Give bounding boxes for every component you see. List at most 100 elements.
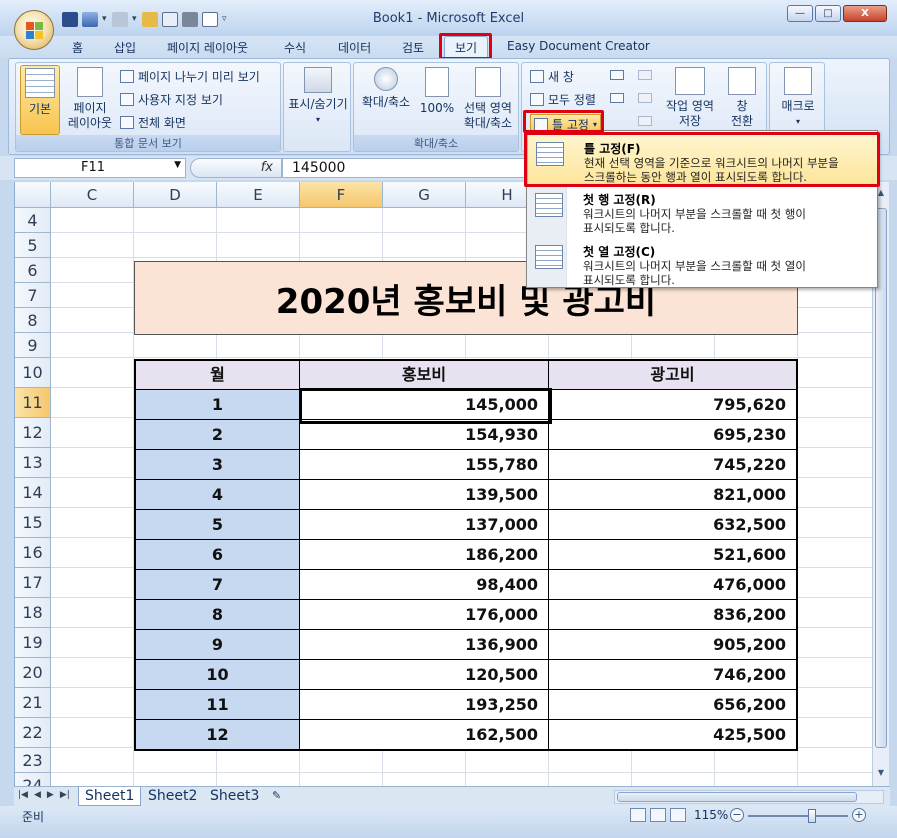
last-sheet-icon[interactable]: ▶| — [60, 790, 70, 800]
promotion-cell[interactable]: 136,900 — [300, 630, 549, 660]
advertising-cell[interactable]: 745,220 — [549, 450, 798, 480]
promotion-cell[interactable]: 154,930 — [300, 420, 549, 450]
row-header[interactable]: 9 — [15, 333, 51, 358]
sheet-tab-sheet2[interactable]: Sheet2 — [142, 787, 203, 806]
month-cell[interactable]: 1 — [134, 390, 300, 420]
promotion-cell[interactable]: 120,500 — [300, 660, 549, 690]
sheet-tab-sheet3[interactable]: Sheet3 — [204, 787, 265, 806]
row-header[interactable]: 14 — [15, 478, 51, 508]
page-break-shortcut-icon[interactable] — [670, 808, 686, 822]
full-screen-button[interactable]: 전체 화면 — [120, 114, 186, 131]
month-cell[interactable]: 3 — [134, 450, 300, 480]
promotion-cell[interactable]: 176,000 — [300, 600, 549, 630]
row-header[interactable]: 11 — [15, 388, 51, 418]
menu-item-freeze-top-row[interactable]: 첫 행 고정(R) 워크시트의 나머지 부분을 스크롤할 때 첫 행이 표시되도록… — [527, 185, 879, 237]
menu-item-freeze-first-column[interactable]: 첫 열 고정(C) 워크시트의 나머지 부분을 스크롤할 때 첫 열이 표시되도록… — [527, 237, 879, 289]
zoom-to-selection-button[interactable]: 선택 영역 확대/축소 — [458, 65, 518, 131]
view-side-by-side-icon[interactable] — [638, 70, 652, 80]
row-header[interactable]: 19 — [15, 628, 51, 658]
row-header[interactable]: 6 — [15, 258, 51, 283]
promotion-cell[interactable]: 162,500 — [300, 720, 549, 750]
column-header[interactable]: E — [217, 182, 300, 208]
row-header[interactable]: 15 — [15, 508, 51, 538]
tab-easy-document-creator[interactable]: Easy Document Creator — [507, 39, 650, 53]
arrange-all-button[interactable]: 모두 정렬 — [530, 91, 596, 108]
advertising-cell[interactable]: 795,620 — [549, 390, 798, 420]
row-header[interactable]: 12 — [15, 418, 51, 448]
zoom-button[interactable]: 확대/축소 — [356, 65, 416, 110]
promotion-cell[interactable]: 137,000 — [300, 510, 549, 540]
tab-page-layout[interactable]: 페이지 레이아웃 — [167, 39, 248, 56]
month-cell[interactable]: 7 — [134, 570, 300, 600]
advertising-cell[interactable]: 476,000 — [549, 570, 798, 600]
reset-window-position-icon[interactable] — [638, 116, 652, 126]
month-cell[interactable]: 10 — [134, 660, 300, 690]
show-hide-button[interactable]: 표시/숨기기 ▾ — [286, 65, 350, 127]
zoom-out-icon[interactable]: − — [730, 808, 744, 822]
name-box[interactable]: F11 ▼ — [14, 158, 186, 178]
page-layout-view-button[interactable]: 페이지 레이아웃 — [64, 65, 116, 131]
advertising-cell[interactable]: 425,500 — [549, 720, 798, 750]
save-workspace-button[interactable]: 작업 영역 저장 — [662, 65, 718, 129]
office-button[interactable] — [14, 10, 54, 50]
row-header[interactable]: 16 — [15, 538, 51, 568]
advertising-cell[interactable]: 836,200 — [549, 600, 798, 630]
minimize-button[interactable]: — — [787, 5, 813, 22]
month-cell[interactable]: 4 — [134, 480, 300, 510]
advertising-cell[interactable]: 656,200 — [549, 690, 798, 720]
zoom-100-button[interactable]: 100% — [418, 65, 456, 116]
advertising-cell[interactable]: 695,230 — [549, 420, 798, 450]
advertising-cell[interactable]: 905,200 — [549, 630, 798, 660]
zoom-slider-knob[interactable] — [808, 809, 816, 823]
promotion-cell[interactable]: 193,250 — [300, 690, 549, 720]
advertising-cell[interactable]: 632,500 — [549, 510, 798, 540]
row-header[interactable]: 22 — [15, 718, 51, 748]
tab-insert[interactable]: 삽입 — [114, 39, 136, 56]
insert-function-button[interactable]: fx — [190, 158, 282, 178]
column-header[interactable]: C — [51, 182, 134, 208]
tab-home[interactable]: 홈 — [72, 39, 83, 56]
synchronous-scrolling-icon[interactable] — [638, 93, 652, 103]
zoom-slider[interactable] — [748, 809, 848, 823]
sheet-tab-sheet1[interactable]: Sheet1 — [78, 787, 142, 806]
month-cell[interactable]: 12 — [134, 720, 300, 750]
row-header[interactable]: 18 — [15, 598, 51, 628]
row-header[interactable]: 21 — [15, 688, 51, 718]
header-promotion[interactable]: 홍보비 — [300, 360, 549, 390]
month-cell[interactable]: 9 — [134, 630, 300, 660]
name-box-dropdown-icon[interactable]: ▼ — [174, 160, 181, 170]
row-header[interactable]: 23 — [15, 748, 51, 773]
row-header[interactable]: 8 — [15, 308, 51, 333]
header-month[interactable]: 월 — [134, 360, 300, 390]
advertising-cell[interactable]: 821,000 — [549, 480, 798, 510]
hide-window-icon[interactable] — [610, 93, 624, 103]
column-header[interactable]: F — [300, 182, 383, 208]
column-header[interactable]: G — [383, 182, 466, 208]
zoom-in-icon[interactable]: + — [852, 808, 866, 822]
normal-view-shortcut-icon[interactable] — [630, 808, 646, 822]
promotion-cell[interactable]: 186,200 — [300, 540, 549, 570]
tab-data[interactable]: 데이터 — [338, 39, 371, 56]
promotion-cell[interactable]: 98,400 — [300, 570, 549, 600]
macros-button[interactable]: 매크로 ▾ — [772, 65, 824, 129]
month-cell[interactable]: 8 — [134, 600, 300, 630]
promotion-cell[interactable]: 139,500 — [300, 480, 549, 510]
close-button[interactable]: X — [843, 5, 887, 22]
tab-formulas[interactable]: 수식 — [284, 39, 306, 56]
advertising-cell[interactable]: 746,200 — [549, 660, 798, 690]
row-header[interactable]: 20 — [15, 658, 51, 688]
row-header[interactable]: 10 — [15, 358, 51, 388]
month-cell[interactable]: 6 — [134, 540, 300, 570]
switch-windows-button[interactable]: 창 전환 — [720, 65, 764, 129]
month-cell[interactable]: 2 — [134, 420, 300, 450]
promotion-cell[interactable]: 145,000 — [300, 390, 549, 420]
row-header[interactable]: 7 — [15, 283, 51, 308]
row-header[interactable]: 13 — [15, 448, 51, 478]
advertising-cell[interactable]: 521,600 — [549, 540, 798, 570]
row-header[interactable]: 24 — [15, 773, 51, 786]
scroll-down-icon[interactable]: ▼ — [875, 768, 887, 782]
page-break-preview-button[interactable]: 페이지 나누기 미리 보기 — [120, 68, 260, 85]
maximize-button[interactable]: □ — [815, 5, 841, 22]
month-cell[interactable]: 5 — [134, 510, 300, 540]
row-header[interactable]: 4 — [15, 208, 51, 233]
